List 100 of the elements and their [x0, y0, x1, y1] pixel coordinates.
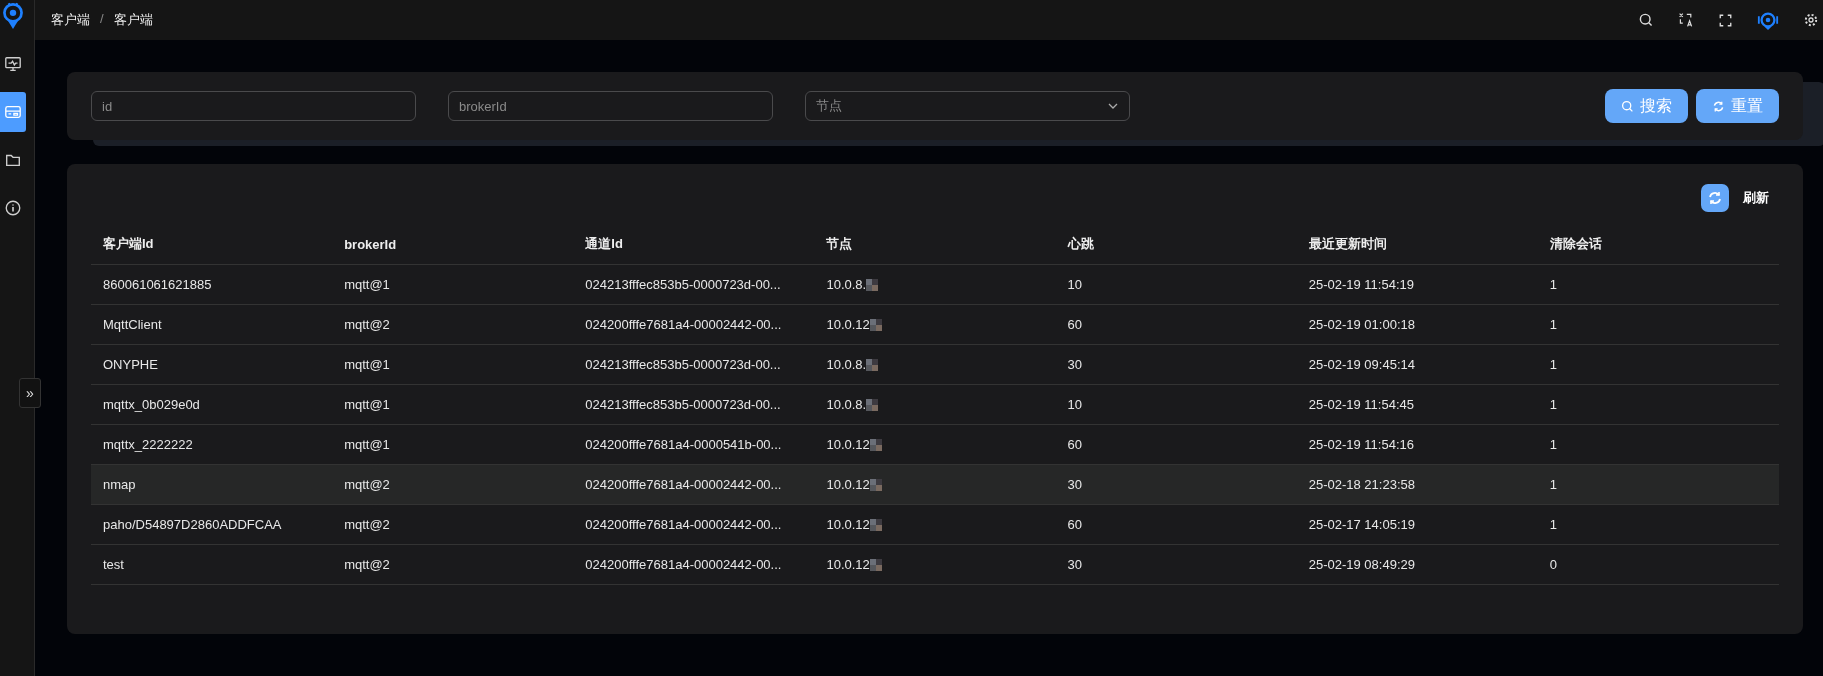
refresh-icon [1707, 190, 1723, 206]
redaction-mosaic [869, 438, 882, 451]
table-cell: ONYPHE [103, 357, 158, 372]
table-cell: 60 [1067, 437, 1083, 452]
redaction-mosaic [869, 478, 882, 491]
breadcrumb-separator: / [100, 11, 104, 28]
monitor-icon [4, 55, 22, 73]
refresh-icon-button[interactable] [1701, 184, 1729, 212]
card-icon [4, 103, 22, 121]
table-cell: mqtt@1 [344, 397, 390, 412]
table-cell: 10.0.12 [826, 317, 870, 332]
redaction-mosaic [869, 518, 882, 531]
column-header: 清除会话 [1537, 224, 1779, 265]
table-cell: mqtt@1 [344, 437, 390, 452]
table-cell: 25-02-19 11:54:45 [1308, 397, 1414, 412]
table-cell: 1 [1549, 477, 1558, 492]
column-header: 节点 [814, 224, 1056, 265]
table-cell: mqttx_0b029e0d [103, 397, 200, 412]
table-cell: 25-02-18 21:23:58 [1308, 477, 1415, 492]
table-cell: 25-02-19 11:54:16 [1308, 437, 1414, 452]
table-cell: 10.0.12 [826, 477, 870, 492]
broker-id-input-field[interactable]: brokerId [448, 91, 773, 121]
refresh-link[interactable]: 刷新 [1743, 189, 1769, 207]
redaction-mosaic [866, 278, 879, 291]
table-cell: 25-02-17 14:05:19 [1308, 517, 1415, 532]
table-cell: 024200fffe7681a4-00002442-00... [585, 517, 782, 532]
table-cell: 1 [1549, 277, 1558, 292]
fullscreen-icon[interactable] [1718, 12, 1733, 28]
table-cell: 1 [1549, 317, 1558, 332]
table-row[interactable]: nmap mqtt@2 024200fffe7681a4-00002442-00... 10.0.12 30 25-02-18 21:23:58 1 [91, 464, 1779, 505]
table-row[interactable]: MqttClient mqtt@2 024200fffe7681a4-00002442-00... 10.0.12 60 25-02-19 01:00:18 1 [91, 304, 1779, 345]
search-icon [1621, 99, 1634, 113]
table-cell: 25-02-19 09:45:14 [1308, 357, 1415, 372]
table-cell: 024200fffe7681a4-00002442-00... [585, 317, 782, 332]
robot-logo-icon [0, 0, 26, 30]
table-cell: MqttClient [103, 317, 162, 332]
refresh-icon [1712, 99, 1725, 113]
table-cell: 024213fffec853b5-0000723d-00... [585, 357, 781, 372]
redaction-mosaic [866, 398, 879, 411]
id-input-field[interactable]: id [91, 91, 416, 121]
table-cell: 1 [1549, 397, 1558, 412]
redaction-mosaic [869, 318, 882, 331]
table-cell: mqtt@2 [344, 517, 390, 532]
table-cell: test [103, 557, 124, 572]
table-row[interactable]: mqttx_2222222 mqtt@1 024200fffe7681a4-0000541b-00... 10.0.12 60 25-02-19 11:54:16 1 [91, 424, 1779, 465]
table-cell: 10.0.8. [826, 357, 867, 372]
column-header: 心跳 [1055, 224, 1297, 265]
table-cell: 024200fffe7681a4-00002442-00... [585, 557, 782, 572]
table-cell: mqtt@1 [344, 357, 390, 372]
table-cell: 10.0.8. [826, 397, 867, 412]
table-cell: 10.0.12 [826, 517, 870, 532]
table-cell: 25-02-19 08:49:29 [1308, 557, 1415, 572]
table-cell: 25-02-19 11:54:19 [1308, 277, 1414, 292]
table-cell: mqttx_2222222 [103, 437, 193, 452]
column-header: 最近更新时间 [1296, 224, 1538, 265]
table-cell: nmap [103, 477, 136, 492]
table-cell: 10 [1067, 397, 1083, 412]
table-cell: 1 [1549, 437, 1558, 452]
settings-icon[interactable] [1803, 12, 1819, 28]
table-row[interactable]: test mqtt@2 024200fffe7681a4-00002442-00... 10.0.12 30 25-02-19 08:49:29 0 [91, 544, 1779, 585]
breadcrumb-item[interactable]: 客户端 [51, 11, 90, 29]
table-row[interactable]: 860061061621885 mqtt@1 024213fffec853b5-0000723d-00... 10.0.8. 10 25-02-19 11:54:19 1 [91, 264, 1779, 305]
breadcrumb-item[interactable]: 客户端 [113, 11, 153, 29]
table-cell: 60 [1067, 317, 1083, 332]
table-cell: 860061061621885 [103, 277, 212, 292]
table-cell: 024213fffec853b5-0000723d-00... [585, 397, 781, 412]
table-cell: 024200fffe7681a4-00002442-00... [585, 477, 782, 492]
translate-icon[interactable] [1678, 12, 1694, 28]
table-cell: mqtt@2 [344, 317, 390, 332]
sidebar-card-button[interactable] [0, 92, 26, 132]
table-row[interactable]: mqttx_0b029e0d mqtt@1 024213fffec853b5-0000723d-00... 10.0.8. 10 25-02-19 11:54:45 1 [91, 384, 1779, 425]
table-cell: 60 [1067, 517, 1083, 532]
table-row[interactable]: ONYPHE mqtt@1 024213fffec853b5-0000723d-00... 10.0.8. 30 25-02-19 09:45:14 1 [91, 344, 1779, 385]
expand-sidebar-button[interactable]: » [19, 378, 41, 408]
table-cell: 1 [1549, 357, 1558, 372]
redaction-mosaic [866, 358, 879, 371]
table-cell: 30 [1067, 477, 1083, 492]
table-cell: mqtt@2 [344, 477, 390, 492]
table-cell: 10.0.12 [826, 437, 870, 452]
table-cell: 024200fffe7681a4-0000541b-00... [585, 437, 782, 452]
table-cell: mqtt@2 [344, 557, 390, 572]
column-header: 客户端Id [91, 224, 333, 265]
column-header: brokerId [332, 224, 574, 265]
redaction-mosaic [869, 558, 882, 571]
node-select-field[interactable]: 节点 [805, 91, 1130, 121]
table-cell: 25-02-19 01:00:18 [1308, 317, 1415, 332]
table-cell: 10.0.8. [826, 277, 867, 292]
table-cell: mqtt@1 [344, 277, 390, 292]
search-icon[interactable] [1638, 12, 1654, 28]
info-icon [4, 199, 22, 217]
table-row[interactable]: paho/D54897D2860ADDFCAA mqtt@2 024200fffe7681a4-00002442-00... 10.0.12 60 25-02-17 14:05:19 1 [91, 504, 1779, 545]
table-cell: 024213fffec853b5-0000723d-00... [585, 277, 781, 292]
table-cell: 30 [1067, 357, 1083, 372]
table-cell: 30 [1067, 557, 1083, 572]
table-cell: paho/D54897D2860ADDFCAA [103, 517, 282, 532]
table-cell: 0 [1549, 557, 1558, 572]
column-header: 通道Id [573, 224, 815, 265]
table-cell: 1 [1549, 517, 1558, 532]
table-cell: 10.0.12 [826, 557, 870, 572]
table-cell: 10 [1067, 277, 1083, 292]
